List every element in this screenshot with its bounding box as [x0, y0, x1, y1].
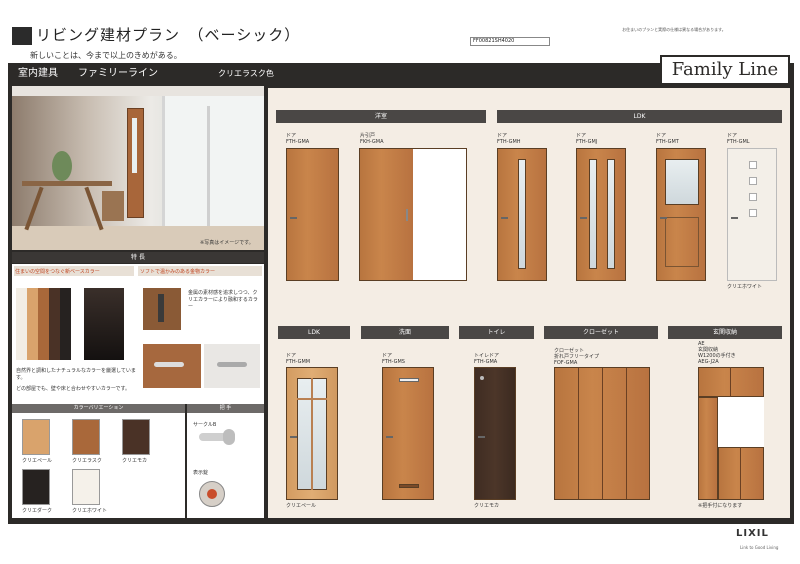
color-swatch-label: クリエモカ [122, 458, 148, 464]
handle-photo [84, 288, 124, 360]
door-4-model: FTH-GMJ [576, 139, 598, 145]
closet-folding-door-fof-gma [554, 367, 650, 500]
section-washroom: 洗面 [361, 326, 449, 339]
door-3-model: FTH-GMH [497, 139, 521, 145]
door-fth-gms [382, 367, 434, 500]
door-fth-gmt [656, 148, 706, 281]
section-ldk-top: LDK [497, 110, 782, 123]
door-7-note: クリエペール [286, 503, 317, 509]
page-subtitle: 新しいことは、今まで以上のきめがある。 [30, 51, 182, 60]
color-variation-panel: クリエペール クリエラスク クリエモカクリエダーク クリエホワイト [12, 413, 185, 518]
lixil-logo: LIXIL [736, 528, 769, 539]
feature-right-text: 金属の素材感を追求しつつ、クリエカラーにより融和するカラー [188, 290, 258, 310]
toilet-door-fth-gma [474, 367, 516, 500]
category-label: 室内建具 [18, 68, 58, 79]
feature-left-text-1: 自然界と調和したナチュラルなカラーを厳選しています。 [16, 368, 136, 381]
page-title: リビング建材プラン （ベーシック） [36, 26, 301, 44]
door-5-model: FTH-GMT [656, 139, 679, 145]
door-10-model: FOF-GMA [554, 360, 578, 366]
color-swatch [72, 419, 100, 455]
door-6-model: FTH-GML [727, 139, 750, 145]
header-note: お住まいのプランと実際の仕様は異なる場合があります。 [622, 27, 726, 32]
door-1-model: FTH-GMA [286, 139, 310, 145]
white-door-note: クリエホワイト [727, 284, 763, 290]
color-swatch [22, 419, 50, 455]
color-strip-image [16, 288, 71, 360]
door-fth-gmh [497, 148, 547, 281]
section-western-room: 洋室 [276, 110, 486, 123]
family-line-logo: Family Line [660, 55, 790, 85]
door-fth-gma [286, 148, 339, 281]
color-swatch-label: クリエダーク [22, 508, 53, 514]
door-8-model: FTH-GMS [382, 359, 405, 365]
color-swatch-label: クリエペール [22, 458, 53, 464]
color-swatch [72, 469, 100, 505]
entrance-storage-aeg-j2a [698, 367, 764, 500]
color-swatch-label: クリエホワイト [72, 508, 108, 514]
door-11-note: ※把手付になります [698, 503, 743, 509]
plan-code: FF00821SH4020 [470, 37, 550, 46]
color-swatch [22, 469, 50, 505]
section-closet: クローゼット [544, 326, 658, 339]
feature-right-heading: ソフトで温かみのある金物カラー [140, 269, 216, 275]
section-ldk-bottom: LDK [278, 326, 350, 339]
room-photo [12, 86, 264, 250]
series-label: ファミリーライン [78, 68, 158, 79]
door-fth-gmj [576, 148, 626, 281]
header-square-mark [12, 27, 32, 45]
door-9-model: FTH-GMA [474, 359, 498, 365]
photo-note: ※写真はイメージです。 [200, 240, 254, 246]
features-title: 特 長 [12, 252, 264, 263]
door-9-note: クリエモカ [474, 503, 500, 509]
door-10-type: クローゼット 折れ戸フリータイプ [554, 348, 600, 360]
features-panel: 住まいの空間をつなぐ新ベースカラー ソフトで温かみのある金物カラー 金属の素材感… [12, 264, 264, 404]
category-bar: 室内建具 ファミリーライン クリエラスク色 [8, 63, 663, 85]
color-variation-title: カラーバリエーション [12, 404, 185, 413]
door-fth-gmm [286, 367, 338, 500]
color-swatch [122, 419, 150, 455]
door-11-model: AEG-J2A [698, 359, 719, 365]
indicator-label: 表示錠 [193, 470, 209, 476]
hardware-panel: サークルB 表示錠 [187, 413, 264, 518]
color-swatch-label: クリエラスク [72, 458, 102, 464]
color-label: クリエラスク色 [218, 69, 274, 78]
door-11-type: AE 玄関収納 W1200の手付き [698, 341, 736, 359]
section-entrance-storage: 玄関収納 [668, 326, 782, 339]
door-2-model: FKH-GMA [360, 139, 384, 145]
section-toilet: トイレ [459, 326, 534, 339]
hardware-title: 把 手 [187, 404, 264, 413]
lixil-tagline: Link to Good Living [740, 545, 779, 550]
door-fth-gml-white [727, 148, 777, 281]
sliding-door-fkh-gma [359, 148, 467, 281]
lever-label: サークルB [193, 422, 217, 428]
door-7-model: FTH-GMM [286, 359, 311, 365]
feature-left-heading: 住まいの空間をつなぐ新ベースカラー [15, 269, 100, 275]
feature-left-text-2: どの部屋でも、壁や床と合わせやすいカラーです。 [16, 386, 131, 392]
